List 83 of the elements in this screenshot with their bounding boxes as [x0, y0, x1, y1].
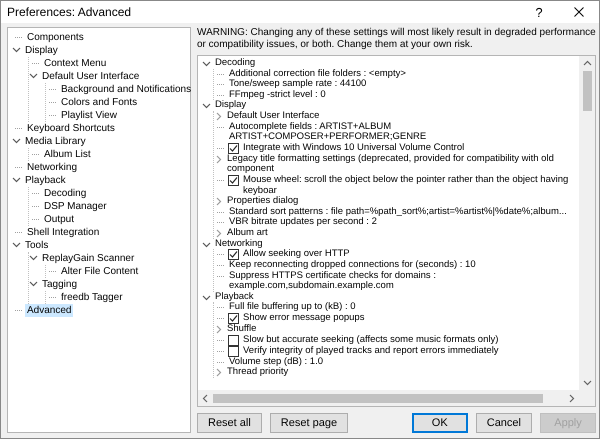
setting-value[interactable]: Standard sort patterns : file path=%path_sort%;artist=%artist%|%date%;album...	[227, 206, 569, 218]
settings-group[interactable]: Thread priority	[225, 367, 290, 378]
checkbox-label[interactable]: Integrate with Windows 10 Universal Volume Control	[241, 142, 466, 154]
sidebar-item[interactable]: Playlist View	[59, 109, 119, 122]
settings-group[interactable]: Legacy title formatting settings (deprecated, provided for compatibility with old component	[225, 154, 577, 175]
warning-text: WARNING: Changing any of these settings will most likely result in degraded performance or compatibility issues, or both. Change them at your own risk.	[197, 27, 596, 52]
sidebar-item[interactable]: DSP Manager	[42, 200, 109, 213]
sidebar-item[interactable]: Decoding	[42, 187, 88, 200]
checkbox[interactable]	[228, 249, 239, 260]
sidebar-item[interactable]: Tools	[23, 239, 50, 252]
help-button[interactable]: ?	[519, 1, 559, 23]
checkbox[interactable]	[228, 174, 239, 186]
settings-group[interactable]: Properties dialog	[225, 196, 300, 207]
sidebar-item[interactable]: Playback	[23, 174, 68, 187]
sidebar-item[interactable]: Display	[23, 44, 60, 57]
sidebar-item[interactable]: Networking	[25, 161, 80, 174]
dialog-button[interactable]: Reset all	[197, 413, 262, 433]
chevron-right-icon[interactable]	[214, 368, 223, 378]
sidebar-item[interactable]: Media Library	[23, 135, 88, 148]
sidebar-item[interactable]: freedb Tagger	[59, 291, 125, 304]
setting-value[interactable]: Full file buffering up to (kB) : 0	[227, 302, 358, 314]
setting-value[interactable]: VBR bitrate updates per second : 2	[227, 217, 379, 228]
dialog-button[interactable]: Cancel	[476, 413, 532, 433]
window-title: Preferences: Advanced	[7, 5, 132, 19]
chevron-right-icon[interactable]	[214, 154, 223, 164]
chevron-down-icon[interactable]	[202, 240, 211, 248]
sidebar-item[interactable]: Colors and Fonts	[59, 96, 140, 109]
sidebar-item[interactable]: Background and Notifications	[59, 83, 194, 96]
chevron-down-icon[interactable]	[202, 59, 211, 68]
checkbox-label[interactable]: Mouse wheel: scroll the object below the pointer rather than the object having keyboar	[241, 174, 577, 196]
sidebar-item[interactable]: Keyboard Shortcuts	[25, 122, 117, 135]
chevron-down-icon[interactable]	[29, 279, 38, 288]
sidebar-item[interactable]: Default User Interface	[40, 70, 142, 83]
sidebar-item[interactable]: Advanced	[25, 304, 74, 317]
setting-value[interactable]: FFmpeg -strict level : 0	[227, 90, 328, 100]
chevron-down-icon[interactable]	[12, 136, 21, 145]
sidebar-item[interactable]: Alter File Content	[59, 265, 140, 278]
settings-group[interactable]: Playback	[213, 292, 256, 302]
scroll-thumb[interactable]	[213, 394, 543, 402]
checkbox[interactable]	[228, 142, 239, 154]
sidebar-item[interactable]: Context Menu	[42, 57, 108, 70]
chevron-right-icon[interactable]	[214, 197, 223, 206]
sidebar-item[interactable]: Components	[25, 31, 86, 44]
setting-value[interactable]: Suppress HTTPS certificate checks for domains : example.com,subdomain.example.com	[227, 270, 577, 292]
chevron-down-icon[interactable]	[12, 240, 21, 249]
scroll-left-icon[interactable]	[201, 394, 210, 402]
settings-group[interactable]: Decoding	[213, 58, 258, 69]
settings-group[interactable]: Default User Interface	[225, 110, 322, 122]
checkbox-label[interactable]: Slow but accurate seeking (affects some music formats only)	[241, 334, 500, 346]
setting-value[interactable]: Autocomplete fields : ARTIST+ALBUM ARTIST+COMPOSER+PERFORMER;GENRE	[227, 122, 577, 143]
checkbox-label[interactable]: Allow seeking over HTTP	[241, 249, 352, 260]
setting-value[interactable]: Volume step (dB) : 1.0	[227, 356, 325, 368]
chevron-right-icon[interactable]	[214, 325, 223, 334]
dialog-button[interactable]: OK	[412, 413, 468, 433]
checkbox[interactable]	[228, 334, 239, 346]
sidebar-item[interactable]: Tagging	[40, 278, 80, 291]
close-icon	[574, 7, 584, 17]
scroll-up-icon[interactable]	[582, 59, 592, 68]
chevron-down-icon[interactable]	[12, 45, 21, 54]
sidebar-item[interactable]: Output	[42, 213, 76, 226]
chevron-down-icon[interactable]	[202, 292, 211, 302]
setting-value[interactable]: Additional correction file folders : <empty>	[227, 68, 408, 80]
checkbox-label[interactable]: Verify integrity of played tracks and report errors immediately	[241, 346, 501, 356]
scroll-right-icon[interactable]	[567, 394, 576, 402]
chevron-down-icon[interactable]	[29, 71, 38, 80]
sidebar-item[interactable]: Album List	[42, 148, 93, 161]
checkbox[interactable]	[228, 346, 239, 357]
chevron-down-icon[interactable]	[12, 175, 21, 184]
settings-group[interactable]: Album art	[225, 228, 270, 238]
settings-group[interactable]: Display	[213, 100, 248, 111]
scroll-thumb[interactable]	[582, 71, 592, 111]
settings-group[interactable]: Networking	[213, 238, 265, 250]
chevron-down-icon[interactable]	[29, 253, 38, 262]
dialog-button[interactable]: Reset page	[270, 413, 348, 433]
setting-value[interactable]: Keep reconnecting dropped connections for (seconds) : 10	[227, 260, 478, 271]
sidebar-item[interactable]: ReplayGain Scanner	[40, 252, 136, 265]
checkbox-label[interactable]: Show error message popups	[241, 313, 366, 324]
chevron-down-icon[interactable]	[202, 101, 211, 110]
setting-value[interactable]: Tone/sweep sample rate : 44100	[227, 79, 368, 90]
settings-group[interactable]: Shuffle	[225, 324, 258, 335]
checkbox[interactable]	[228, 313, 239, 324]
scroll-down-icon[interactable]	[582, 378, 592, 387]
sidebar-item[interactable]: Shell Integration	[25, 226, 102, 239]
